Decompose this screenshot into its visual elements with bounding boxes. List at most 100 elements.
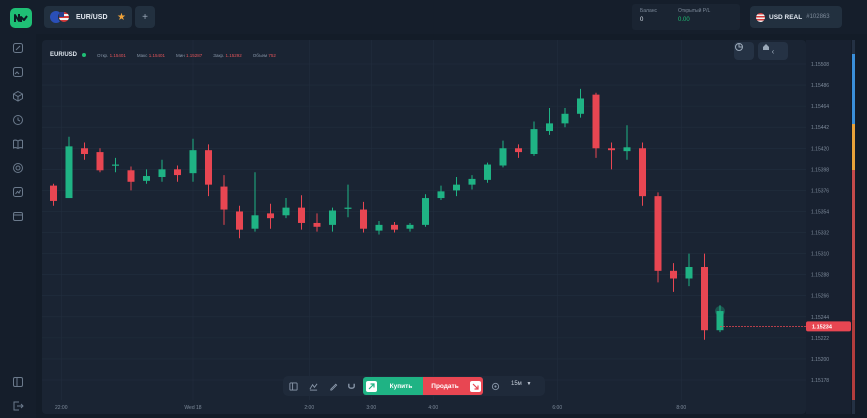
layout-icon[interactable] (287, 380, 299, 392)
candle-bearish (701, 267, 708, 331)
price-tick-label: 1.15420 (811, 146, 829, 152)
price-tick-label: 1.15200 (811, 357, 829, 363)
candle-bullish (561, 113, 569, 124)
candle-bullish (437, 191, 445, 199)
time-tick-label: 2:00 (304, 405, 314, 411)
ohlc-low: Мин 1.15287 (176, 53, 202, 58)
asset-tab-eurusd[interactable]: EUR/USD ★ (44, 6, 132, 28)
support-icon[interactable] (12, 162, 24, 174)
indicators-icon[interactable] (307, 380, 319, 392)
candle-bullish (406, 224, 414, 229)
add-asset-tab-button[interactable]: + (135, 6, 155, 28)
price-tick-label: 1.15464 (811, 104, 829, 110)
open-label: Откр. (97, 52, 109, 58)
candle-bullish (468, 178, 476, 185)
price-scrollbar[interactable] (852, 40, 855, 414)
candle-bearish (654, 196, 662, 271)
box-icon[interactable] (12, 90, 24, 102)
scrollbar-segment-orange (852, 124, 855, 170)
app-logo[interactable] (10, 8, 32, 28)
scrollbar-segment-red (852, 170, 855, 320)
clock-icon[interactable] (12, 114, 24, 126)
image-icon[interactable] (12, 66, 24, 78)
candle-bearish (298, 207, 305, 223)
price-tick-label: 1.15222 (811, 336, 829, 342)
fullscreen-icon[interactable] (12, 376, 24, 388)
ohlc-close: Закр. 1.15292 (213, 53, 242, 58)
open-pnl-stat: Открытый P/L 0.00 (678, 8, 710, 23)
candle-bullish (453, 184, 460, 191)
chart-type-button[interactable] (734, 42, 754, 60)
balance-value: 0 (640, 17, 644, 23)
us-flag-icon (58, 11, 70, 23)
price-axis[interactable]: 1.15508 1.15486 1.15464 1.15442 1.15420 1.153… (806, 40, 851, 414)
price-tick-label: 1.15288 (811, 273, 829, 279)
candle-bearish (515, 148, 522, 153)
candle-bearish (267, 213, 274, 219)
pie-chart-icon (735, 43, 743, 51)
candle-bearish (592, 94, 600, 149)
candle-bullish (484, 164, 491, 180)
scrollbar-segment-dark-red (852, 320, 855, 400)
candle-bearish (205, 150, 212, 185)
account-selector-button[interactable]: USD REAL #102863 (750, 6, 842, 28)
price-tick-label: 1.15486 (811, 83, 829, 89)
buy-button[interactable]: Купить (379, 377, 423, 395)
price-tick-label: 1.15178 (811, 378, 829, 384)
ohlc-high: Макс 1.15401 (137, 53, 165, 58)
candle-bullish (112, 164, 119, 166)
volume-value: 752 (268, 52, 276, 58)
candle-bearish (391, 224, 398, 230)
buy-icon-button[interactable] (363, 377, 379, 395)
time-tick-label: 8:00 (676, 405, 686, 411)
price-tick-label: 1.15398 (811, 167, 829, 173)
candle-bullish (65, 146, 73, 199)
candle-bullish (685, 267, 693, 279)
low-value: 1.15287 (186, 52, 203, 58)
share-icon (763, 44, 769, 50)
sell-button[interactable]: Продать (423, 377, 467, 395)
chart-share-button[interactable]: ‹ (758, 42, 788, 60)
chart-box-icon[interactable] (12, 186, 24, 198)
draw-pencil-icon[interactable] (327, 380, 339, 392)
price-tick-label: 1.15266 (811, 294, 829, 300)
time-tick-label: 3:00 (366, 405, 376, 411)
low-label: Мин (175, 52, 185, 58)
ohlc-volume: Объем 752 (253, 53, 276, 58)
high-label: Макс (136, 52, 148, 58)
ohlc-legend: EUR/USD Откр. 1.15401 Макс 1.15401 Мин 1… (50, 52, 276, 58)
candle-bullish (329, 210, 336, 225)
book-icon[interactable] (12, 138, 24, 150)
favorite-star-icon[interactable]: ★ (117, 12, 126, 23)
candle-bullish (499, 148, 507, 166)
timeframe-selector[interactable]: 15м ▼ (511, 381, 531, 387)
magnet-icon[interactable] (345, 380, 357, 392)
timer-icon[interactable] (489, 380, 501, 392)
edit-icon[interactable] (12, 42, 24, 54)
candle-bullish (158, 169, 166, 177)
sell-icon-button[interactable] (467, 377, 483, 395)
candle-bearish (236, 211, 243, 230)
candle-bearish (174, 169, 181, 176)
currency-flags (50, 11, 72, 23)
logout-icon[interactable] (12, 400, 24, 412)
candle-bullish (189, 150, 197, 174)
candle-bullish (577, 98, 584, 114)
candle-bullish (251, 215, 259, 229)
current-price-value: 1.15234 (812, 324, 833, 330)
candlestick-chart[interactable]: 22:00 Wed 18 2:00 3:00 4:00 6:00 8:00 (42, 40, 806, 414)
candle-bearish (670, 270, 677, 279)
close-value: 1.15292 (225, 52, 242, 58)
calendar-icon[interactable] (12, 210, 24, 222)
left-sidebar (0, 34, 36, 418)
price-axis-labels: 1.15508 1.15486 1.15464 1.15442 1.15420 1.153… (806, 62, 851, 384)
price-tick-label: 1.15442 (811, 125, 829, 131)
balance-label: Баланс (640, 8, 658, 14)
ohlc-open: Откр. 1.15401 (97, 53, 126, 58)
candle-bullish (530, 129, 538, 155)
chevron-left-icon: ‹ (771, 46, 775, 56)
price-tick-label: 1.15310 (811, 252, 829, 258)
current-price-tag: 1.15234 (806, 321, 851, 332)
chart-panel[interactable]: EUR/USD Откр. 1.15401 Макс 1.15401 Мин 1… (42, 40, 806, 414)
time-tick-label: Wed 18 (184, 405, 201, 411)
